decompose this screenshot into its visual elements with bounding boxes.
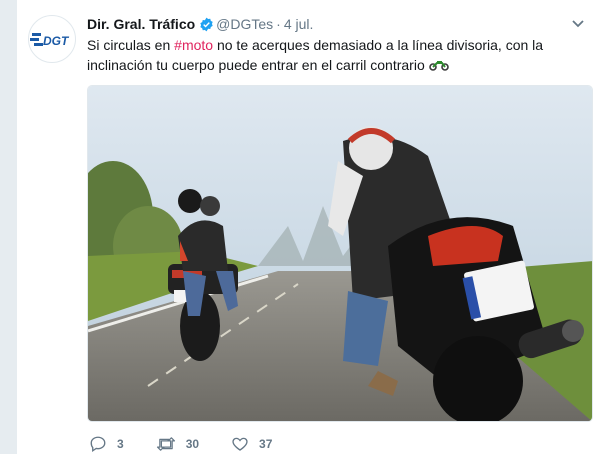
retweet-count: 30 [185,437,200,451]
tweet-header: Dir. Gral. Tráfico @DGTes · 4 jul. [87,14,587,34]
tweet-card[interactable]: DGT Dir. Gral. Tráfico @DGTes · 4 jul. Si c… [16,0,602,454]
hashtag-link[interactable]: #moto [174,37,213,53]
like-count: 37 [259,437,273,451]
tweet-actions: 3 30 37 [89,434,304,454]
photo-motorcyclists-on-road [88,86,592,421]
reply-count: 3 [117,437,124,451]
retweet-button[interactable]: 30 [156,435,199,453]
tweet-text: Si circulas en #moto no te acerques dema… [87,35,587,75]
dgt-logo-icon: DGT [30,33,70,48]
chevron-down-icon[interactable] [569,14,587,34]
author-handle[interactable]: @DGTes [216,16,273,32]
verified-badge-icon [199,17,214,37]
avatar[interactable]: DGT [28,15,76,63]
avatar-logo-text: DGT [43,34,70,48]
tweet-timestamp[interactable]: 4 jul. [284,16,314,32]
author-name[interactable]: Dir. Gral. Tráfico [87,16,195,32]
header-separator: · [276,16,281,32]
heart-icon [232,437,248,451]
like-button[interactable]: 37 [231,435,272,453]
motorcycle-icon [428,57,449,73]
reply-button[interactable]: 3 [89,435,124,453]
tweet-text-start: Si circulas en [87,37,175,53]
reply-icon [90,436,106,453]
tweet-photo[interactable] [87,85,593,422]
retweet-icon [156,437,175,451]
